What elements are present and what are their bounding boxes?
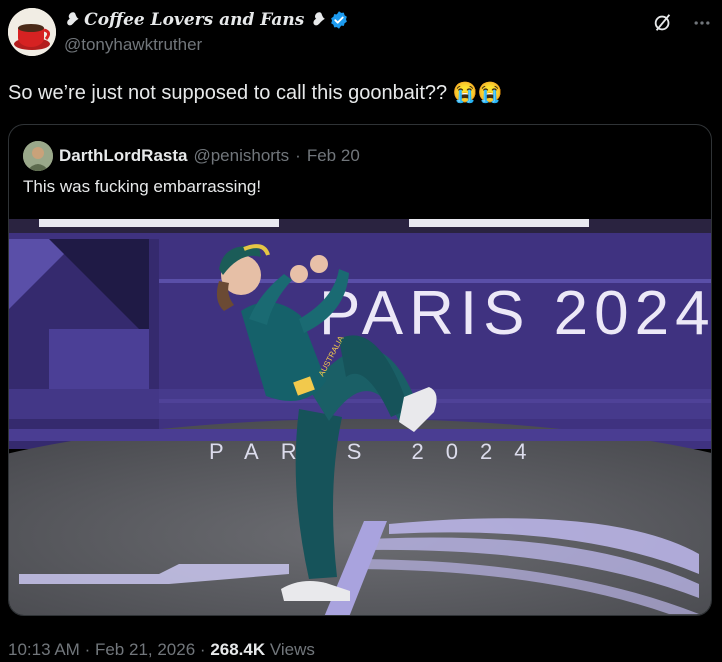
quoted-tweet-card[interactable]: DarthLordRasta @penishorts · Feb 20 This… [8, 124, 712, 616]
floor-text: PARIS 2024 [209, 439, 548, 464]
tweet-footer: 10:13 AM · Feb 21, 2026 · 268.4K Views [8, 640, 315, 660]
quoted-author-handle[interactable]: @penishorts [193, 146, 289, 166]
quoted-author-avatar[interactable] [23, 141, 53, 171]
author-avatar[interactable] [8, 8, 56, 56]
banner-text: PARIS 2024 [319, 279, 712, 348]
footer-separator-2: · [199, 640, 206, 659]
more-icon[interactable] [692, 13, 712, 33]
verified-badge-icon[interactable] [329, 10, 349, 30]
quoted-author-display-name[interactable]: DarthLordRasta [59, 146, 187, 166]
author-display-name[interactable]: ❥ Coffee Lovers and Fans ❥ [64, 10, 325, 30]
author-handle[interactable]: @tonyhawktruther [64, 35, 349, 55]
quoted-meta-separator: · [295, 146, 301, 165]
tweet-date[interactable]: Feb 21, 2026 [95, 640, 195, 659]
quoted-tweet-image[interactable]: PARIS 2024 PARIS 2024 AUSTRALIA [9, 219, 712, 616]
person-avatar-image [23, 141, 53, 171]
tweet-time[interactable]: 10:13 AM [8, 640, 80, 659]
author-header: ❥ Coffee Lovers and Fans ❥ @tonyhawktrut… [64, 8, 349, 55]
quoted-date[interactable]: Feb 20 [307, 146, 360, 166]
quoted-tweet-header: DarthLordRasta @penishorts · Feb 20 [23, 141, 360, 171]
views-label: Views [269, 640, 315, 659]
footer-separator-1: · [84, 640, 91, 659]
tweet-actions-top [652, 12, 712, 34]
coffee-cup-avatar-image [8, 8, 56, 56]
tweet-text: So we’re just not supposed to call this … [8, 82, 503, 104]
quoted-tweet-text: This was fucking embarrassing! [23, 177, 262, 196]
grok-icon[interactable] [652, 12, 674, 34]
views-count[interactable]: 268.4K [210, 640, 265, 659]
